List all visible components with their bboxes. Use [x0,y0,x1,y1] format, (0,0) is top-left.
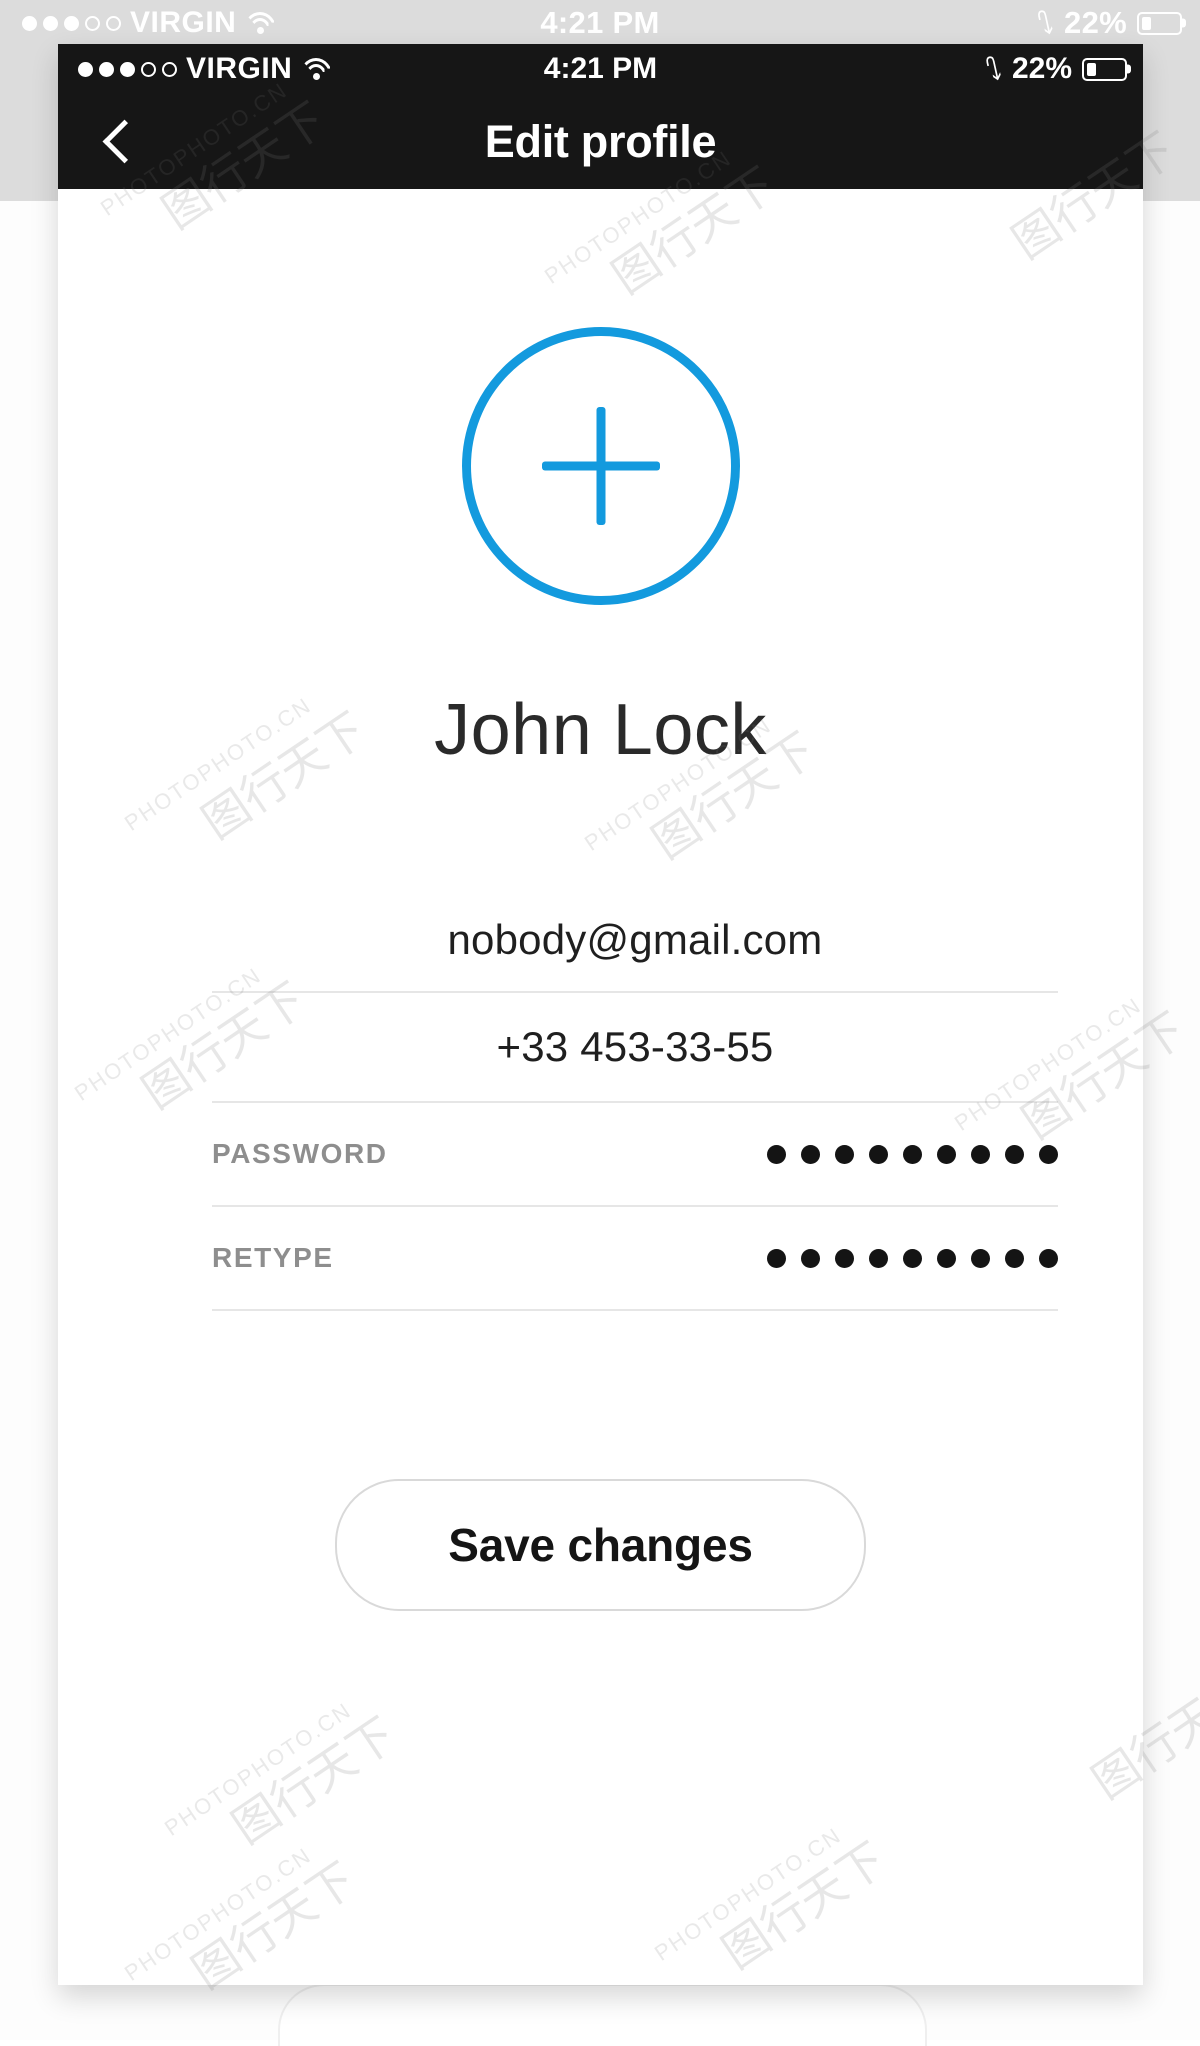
avatar-section [58,327,1143,605]
battery-icon [1137,11,1182,35]
save-changes-button[interactable]: Save changes [335,1479,866,1611]
edit-profile-form: nobody@gmail.com +33 453-33-55 PASSWORD … [212,889,1058,1311]
plus-icon-vertical [596,407,605,525]
retype-password-field[interactable]: RETYPE [212,1207,1058,1311]
battery-percent-label: 22% [1064,5,1127,40]
phone-field[interactable]: +33 453-33-55 [212,993,1058,1103]
phone-status-right: ⭛ 22% [985,52,1127,86]
next-screen-preview-card [278,1984,927,2046]
retype-label: RETYPE [212,1242,334,1273]
add-photo-button[interactable] [461,327,740,605]
email-value: nobody@gmail.com [447,916,823,963]
save-section: Save changes [58,1479,1143,1611]
retype-masked-value [767,1248,1058,1268]
page-title: Edit profile [484,115,717,167]
phone-value: +33 453-33-55 [496,1023,774,1070]
phone-clock: 4:21 PM [543,52,658,85]
battery-icon [1082,57,1127,81]
bluetooth-icon: ⭛ [984,51,1002,87]
password-masked-value [767,1144,1058,1164]
chevron-left-icon [102,119,146,164]
user-name: John Lock [434,690,767,770]
email-field[interactable]: nobody@gmail.com [212,889,1058,993]
phone-status-bar: VIRGIN 4:21 PM ⭛ 22% [58,44,1143,94]
outer-status-right: ⭛ 22% [1037,5,1182,41]
phone-mockup-card: VIRGIN 4:21 PM ⭛ 22% Edit profile John L… [58,44,1143,1985]
back-button[interactable] [84,106,156,178]
outer-status-bar: VIRGIN 4:21 PM ⭛ 22% [0,0,1200,46]
screen-body: John Lock nobody@gmail.com +33 453-33-55… [58,189,1143,1985]
outer-clock: 4:21 PM [540,5,660,40]
navigation-bar: Edit profile [58,94,1143,189]
password-label: PASSWORD [212,1138,388,1169]
password-field[interactable]: PASSWORD [212,1103,1058,1207]
bluetooth-icon: ⭛ [1036,5,1055,41]
battery-percent-label: 22% [1011,52,1072,85]
